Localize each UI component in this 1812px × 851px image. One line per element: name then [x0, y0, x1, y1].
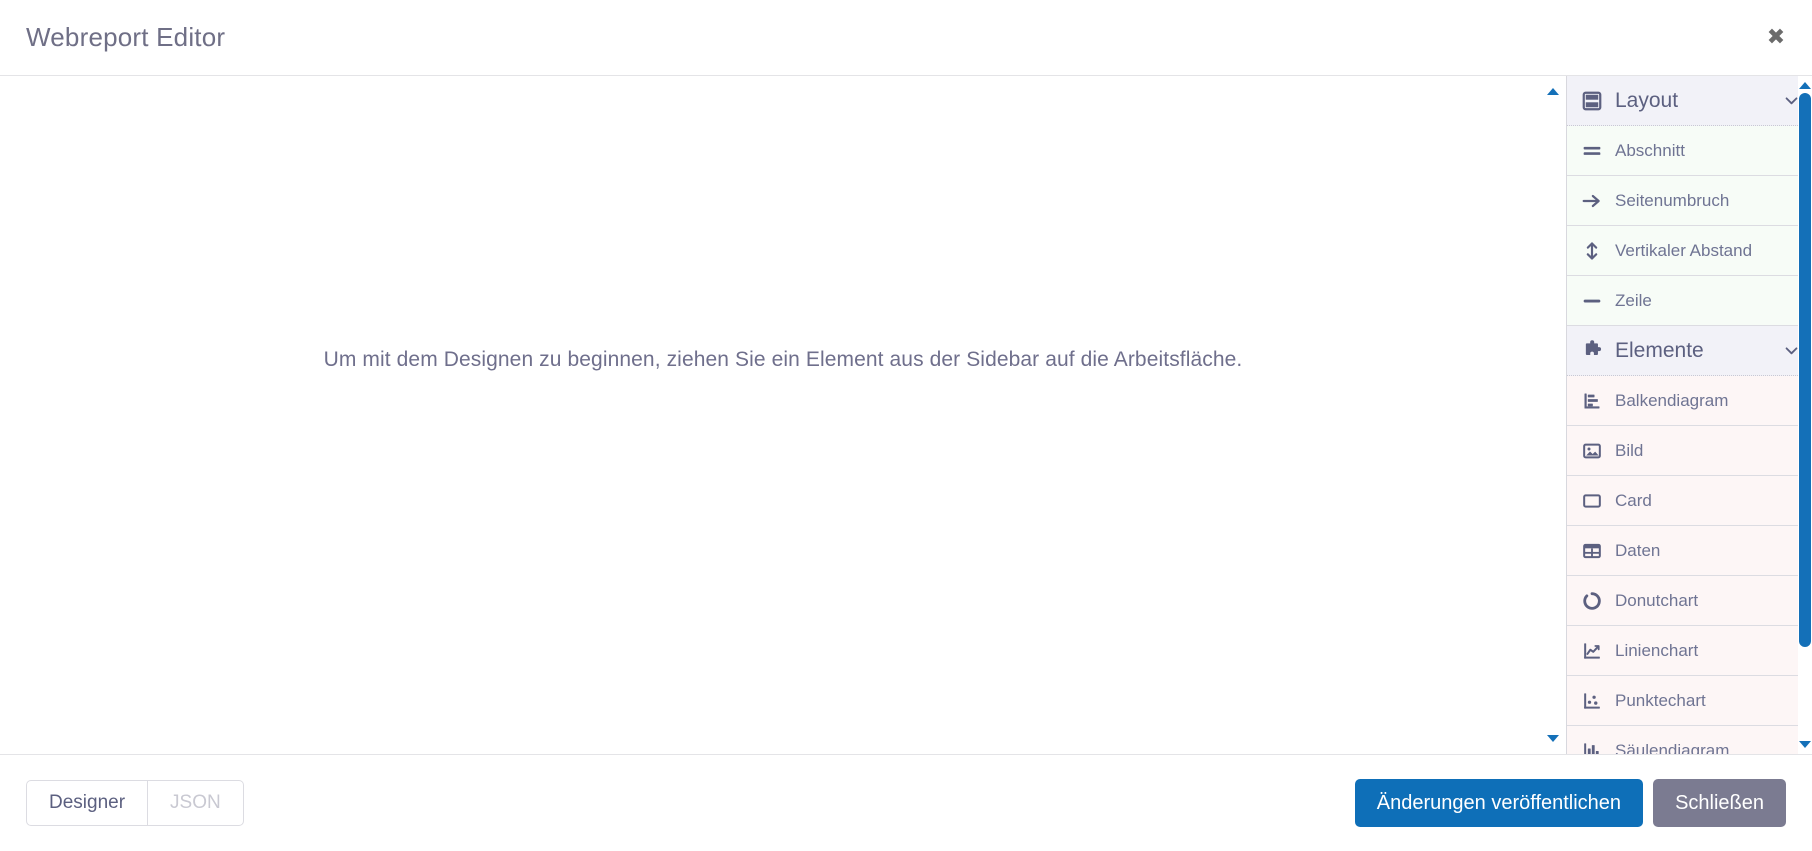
sidebar-section-header-elemente[interactable]: Elemente — [1567, 326, 1812, 376]
palette-item-label: Linienchart — [1615, 640, 1699, 660]
modal-header: Webreport Editor ✖ — [0, 0, 1812, 76]
design-canvas[interactable]: Um mit dem Designen zu beginnen, ziehen … — [0, 76, 1566, 754]
palette-item-label: Säulendiagram — [1615, 740, 1730, 755]
palette-item-bild[interactable]: Bild — [1567, 426, 1812, 476]
puzzle-piece-icon — [1581, 339, 1603, 362]
square-icon — [1581, 491, 1603, 511]
table-icon — [1581, 541, 1603, 561]
arrows-vertical-icon — [1581, 241, 1603, 261]
donut-chart-icon — [1581, 591, 1603, 611]
sidebar-group-layout: Abschnitt Seitenumbruch Vertikaler Absta… — [1567, 126, 1812, 326]
element-sidebar: Layout Abschnitt Seitenumbruch Vertikale… — [1566, 76, 1812, 754]
palette-item-seitenumbruch[interactable]: Seitenumbruch — [1567, 176, 1812, 226]
tab-json[interactable]: JSON — [148, 780, 244, 826]
tab-designer[interactable]: Designer — [26, 780, 149, 826]
line-chart-icon — [1581, 641, 1603, 661]
palette-item-vertikaler-abstand[interactable]: Vertikaler Abstand — [1567, 226, 1812, 276]
palette-item-label: Seitenumbruch — [1615, 190, 1730, 210]
palette-item-label: Card — [1615, 490, 1652, 510]
sidebar-group-elemente: Balkendiagram Bild Card Daten Donutchart… — [1567, 376, 1812, 754]
column-chart-icon — [1581, 741, 1603, 754]
palette-item-punktechart[interactable]: Punktechart — [1567, 676, 1812, 726]
sidebar-scrollbar[interactable] — [1798, 76, 1812, 754]
canvas-empty-hint: Um mit dem Designen zu beginnen, ziehen … — [323, 348, 1243, 371]
view-mode-toggle-group: Designer JSON — [26, 780, 244, 826]
palette-item-card[interactable]: Card — [1567, 476, 1812, 526]
modal-body: Um mit dem Designen zu beginnen, ziehen … — [0, 76, 1812, 755]
webreport-editor-modal: Webreport Editor ✖ Um mit dem Designen z… — [0, 0, 1812, 851]
close-icon[interactable]: ✖ — [1762, 24, 1790, 52]
palette-item-daten[interactable]: Daten — [1567, 526, 1812, 576]
scrollbar-up-arrow-icon[interactable] — [1799, 82, 1811, 89]
scrollbar-track[interactable] — [1799, 93, 1811, 737]
palette-item-linienchart[interactable]: Linienchart — [1567, 626, 1812, 676]
footer-actions: Änderungen veröffentlichen Schließen — [1354, 779, 1786, 827]
layout-icon — [1581, 90, 1603, 112]
publish-changes-button[interactable]: Änderungen veröffentlichen — [1354, 779, 1644, 827]
palette-item-saeulendiagram[interactable]: Säulendiagram — [1567, 726, 1812, 754]
palette-item-label: Daten — [1615, 540, 1661, 560]
palette-item-label: Donutchart — [1615, 590, 1699, 610]
palette-item-zeile[interactable]: Zeile — [1567, 276, 1812, 326]
scroll-up-icon[interactable] — [1547, 88, 1559, 95]
page-title: Webreport Editor — [26, 22, 226, 52]
palette-item-donutchart[interactable]: Donutchart — [1567, 576, 1812, 626]
canvas-scroll-indicators — [1540, 76, 1566, 754]
palette-item-label: Zeile — [1615, 290, 1652, 310]
close-button[interactable]: Schließen — [1653, 779, 1786, 827]
image-icon — [1581, 441, 1603, 461]
bar-chart-horizontal-icon — [1581, 391, 1603, 411]
palette-item-label: Vertikaler Abstand — [1615, 240, 1753, 260]
palette-item-label: Bild — [1615, 440, 1644, 460]
sidebar-scroll-area[interactable]: Layout Abschnitt Seitenumbruch Vertikale… — [1567, 76, 1812, 754]
palette-item-label: Punktechart — [1615, 690, 1706, 710]
scrollbar-thumb[interactable] — [1799, 93, 1811, 647]
sidebar-section-label: Elemente — [1615, 338, 1704, 362]
palette-item-label: Abschnitt — [1615, 140, 1685, 160]
modal-footer: Designer JSON Änderungen veröffentlichen… — [0, 755, 1812, 851]
scrollbar-down-arrow-icon[interactable] — [1799, 741, 1811, 748]
palette-item-balkendiagram[interactable]: Balkendiagram — [1567, 376, 1812, 426]
scatter-chart-icon — [1581, 691, 1603, 711]
minus-icon — [1581, 291, 1603, 311]
palette-item-abschnitt[interactable]: Abschnitt — [1567, 126, 1812, 176]
sidebar-section-header-layout[interactable]: Layout — [1567, 76, 1812, 126]
section-icon — [1581, 141, 1603, 161]
scroll-down-icon[interactable] — [1547, 735, 1559, 742]
sidebar-section-label: Layout — [1615, 88, 1679, 112]
arrow-right-icon — [1581, 191, 1603, 211]
palette-item-label: Balkendiagram — [1615, 390, 1729, 410]
